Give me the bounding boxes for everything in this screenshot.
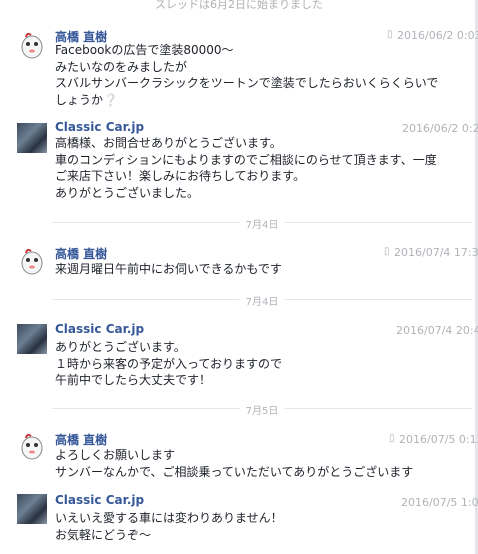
mascot-avatar-icon[interactable] [17, 246, 47, 276]
sender-name[interactable]: Classic Car.jp [55, 120, 144, 134]
message-text: Facebookの広告で塗装80000〜 みたいなのをみましたが スバルサンバー… [55, 43, 439, 107]
mascot-avatar-icon[interactable] [17, 30, 47, 60]
message-text: 高橋様、お問合せありがとうございます。 車のコンディションにもよりますのでご相談… [55, 136, 437, 200]
thread-start-notice: スレッドは6月2日に始まりました [155, 0, 323, 11]
date-separator: 7月4日 [52, 216, 472, 231]
message-timestamp: 2016/07/5 1:01 [401, 496, 478, 509]
message: 高橋 直樹 ▯ 2016/07/5 0:13 よろしくお願いします サンバーなん… [0, 425, 478, 485]
date-separator: 7月5日 [52, 402, 472, 417]
message-text: いえいえ愛する車には変わりありません！ お気軽にどうぞ〜 [55, 511, 283, 542]
sender-name[interactable]: Classic Car.jp [55, 322, 144, 336]
sender-name[interactable]: 高橋 直樹 [55, 245, 107, 262]
message-text: ありがとうございます。 １時から来客の予定が入っておりますので 午前中でしたら大… [55, 340, 283, 387]
message: Classic Car.jp 2016/07/4 20:42 ありがとうございま… [0, 316, 478, 391]
date-label: 7月5日 [239, 402, 285, 417]
car-photo-avatar-icon[interactable] [17, 123, 47, 153]
message: Classic Car.jp 2016/06/2 0:23 高橋様、お問合せあり… [0, 115, 478, 205]
mobile-phone-icon: ▯ [384, 246, 390, 257]
message-timestamp: 2016/07/4 20:42 [396, 324, 478, 337]
date-separator: 7月4日 [52, 293, 472, 308]
message-text: 来週月曜日午前中にお伺いできるかもです [55, 262, 282, 276]
message-timestamp: 2016/07/5 0:13 [399, 433, 478, 446]
message-text: よろしくお願いします サンバーなんかで、ご相談乗っていただいてありがとうございま… [55, 448, 414, 479]
message-timestamp: 2016/06/2 0:03 [397, 29, 478, 42]
sender-name[interactable]: Classic Car.jp [55, 493, 144, 507]
message: 高橋 直樹 ▯ 2016/06/2 0:03 Facebookの広告で塗装800… [0, 22, 478, 112]
message-timestamp: 2016/06/2 0:23 [402, 122, 478, 135]
date-label: 7月4日 [239, 293, 285, 308]
sender-name[interactable]: 高橋 直樹 [55, 431, 107, 448]
message: Classic Car.jp 2016/07/5 1:01 いえいえ愛する車には… [0, 488, 478, 554]
mobile-phone-icon: ▯ [389, 433, 395, 444]
message: 高橋 直樹 ▯ 2016/07/4 17:34 来週月曜日午前中にお伺いできるか… [0, 238, 478, 278]
car-photo-avatar-icon[interactable] [17, 324, 47, 354]
date-label: 7月4日 [239, 216, 285, 231]
mascot-avatar-icon[interactable] [17, 431, 47, 461]
mobile-phone-icon: ▯ [387, 29, 393, 40]
car-photo-avatar-icon[interactable] [17, 494, 47, 524]
message-timestamp: 2016/07/4 17:34 [394, 246, 478, 259]
